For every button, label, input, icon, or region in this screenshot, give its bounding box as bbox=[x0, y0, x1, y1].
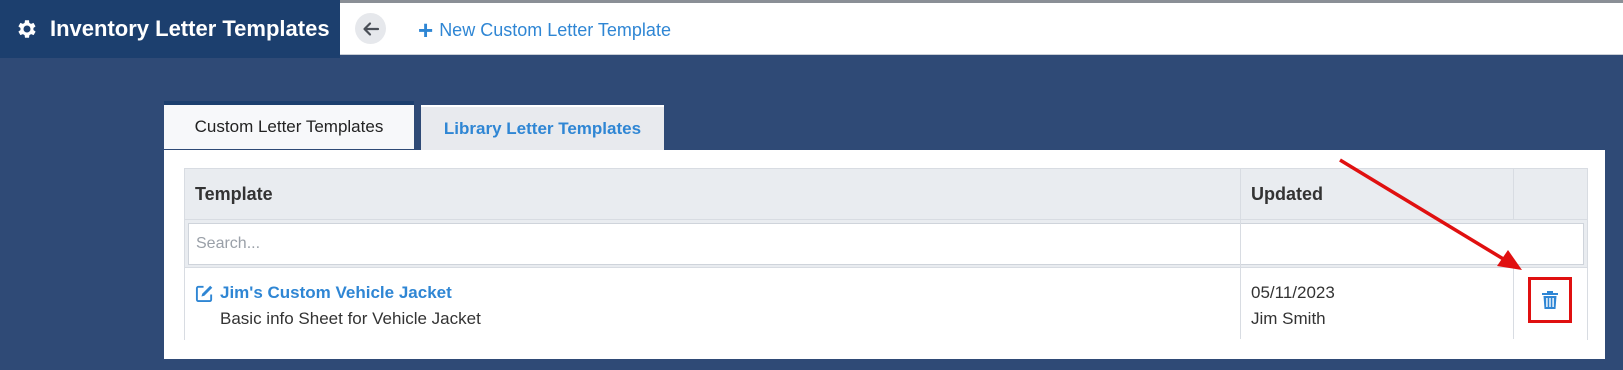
template-description: Basic info Sheet for Vehicle Jacket bbox=[220, 309, 481, 328]
page-title: Inventory Letter Templates bbox=[50, 16, 330, 41]
templates-table: Template Updated Jim's Custom Vehicle Ja… bbox=[184, 168, 1588, 340]
plus-icon: + bbox=[418, 15, 434, 45]
tab-library-letter-templates[interactable]: Library Letter Templates bbox=[421, 105, 664, 150]
column-divider bbox=[1240, 169, 1241, 339]
table-row[interactable]: Jim's Custom Vehicle Jacket Basic info S… bbox=[185, 268, 1587, 340]
template-name: Jim's Custom Vehicle Jacket bbox=[220, 283, 452, 302]
app-title-block: Inventory Letter Templates bbox=[0, 0, 340, 58]
templates-panel: Template Updated Jim's Custom Vehicle Ja… bbox=[164, 150, 1605, 359]
tab-label: Library Letter Templates bbox=[443, 118, 642, 138]
column-divider bbox=[1513, 268, 1514, 339]
edit-icon[interactable] bbox=[195, 284, 214, 303]
new-template-label: New Custom Letter Template bbox=[439, 19, 671, 40]
table-header: Template Updated bbox=[185, 169, 1587, 220]
arrow-left-icon bbox=[362, 21, 379, 36]
search-input[interactable] bbox=[188, 223, 1584, 265]
trash-icon bbox=[1542, 291, 1558, 309]
template-name-link[interactable]: Jim's Custom Vehicle Jacket bbox=[195, 283, 452, 303]
updated-by: Jim Smith bbox=[1251, 309, 1326, 328]
updated-date: 05/11/2023 bbox=[1251, 283, 1335, 302]
top-bar: Inventory Letter Templates + New Custom … bbox=[0, 0, 1623, 58]
tab-custom-letter-templates[interactable]: Custom Letter Templates bbox=[164, 101, 414, 149]
tab-label: Custom Letter Templates bbox=[194, 117, 384, 136]
column-header-updated[interactable]: Updated bbox=[1251, 184, 1323, 205]
column-divider bbox=[1513, 169, 1514, 220]
delete-button[interactable] bbox=[1528, 277, 1572, 323]
new-custom-letter-template-button[interactable]: + New Custom Letter Template bbox=[418, 17, 671, 43]
column-header-template[interactable]: Template bbox=[195, 184, 273, 205]
search-row bbox=[185, 220, 1587, 268]
back-button[interactable] bbox=[355, 13, 386, 44]
gear-icon bbox=[14, 17, 38, 41]
